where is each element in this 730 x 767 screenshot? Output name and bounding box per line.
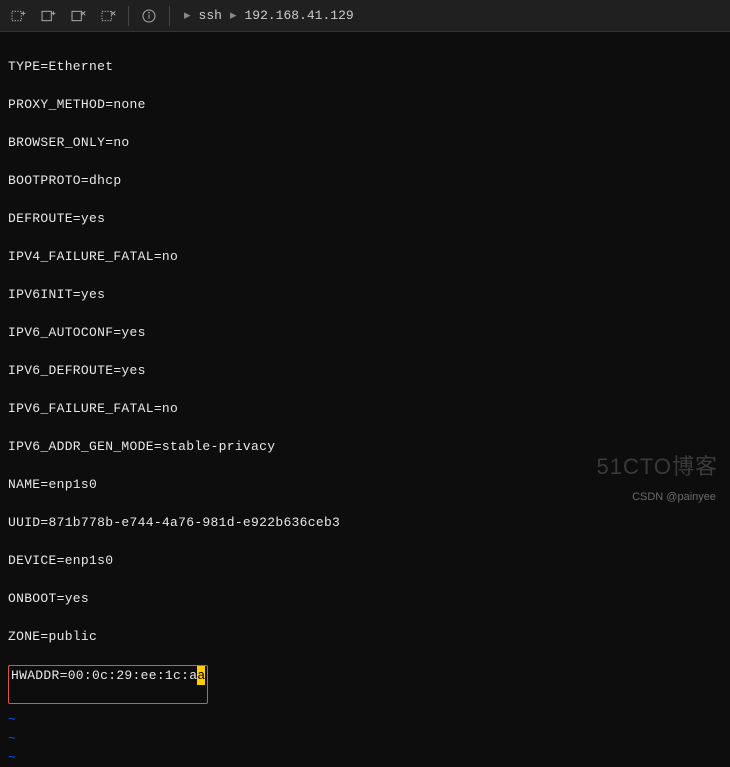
hwaddr-text: HWADDR=00:0c:29:ee:1c:a — [11, 668, 197, 683]
config-line: BROWSER_ONLY=no — [8, 133, 722, 152]
config-line: IPV6_DEFROUTE=yes — [8, 361, 722, 380]
new-tab-plus-icon[interactable] — [34, 2, 62, 30]
new-tab-icon[interactable] — [4, 2, 32, 30]
config-line: TYPE=Ethernet — [8, 57, 722, 76]
info-icon[interactable] — [135, 2, 163, 30]
terminal-output[interactable]: TYPE=Ethernet PROXY_METHOD=none BROWSER_… — [0, 32, 730, 710]
breadcrumb-ssh[interactable]: ssh — [199, 8, 222, 23]
config-line: IPV4_FAILURE_FATAL=no — [8, 247, 722, 266]
toolbar: ▸ ssh ▸ 192.168.41.129 — [0, 0, 730, 32]
config-line: BOOTPROTO=dhcp — [8, 171, 722, 190]
chevron-right-icon: ▸ — [230, 8, 237, 23]
highlighted-edit-line[interactable]: HWADDR=00:0c:29:ee:1c:aa — [8, 665, 208, 704]
close-all-icon[interactable] — [94, 2, 122, 30]
credit-text: CSDN @painyee — [632, 491, 716, 503]
toolbar-separator-2 — [169, 6, 170, 26]
vim-empty-lines: ~ ~ ~ — [0, 710, 730, 767]
breadcrumb: ▸ ssh ▸ 192.168.41.129 — [184, 8, 354, 23]
config-line: IPV6INIT=yes — [8, 285, 722, 304]
tilde-line: ~ — [8, 748, 722, 767]
watermark-text: 51CTO博客 — [596, 449, 718, 481]
toolbar-separator — [128, 6, 129, 26]
config-line: ONBOOT=yes — [8, 589, 722, 608]
chevron-right-icon: ▸ — [184, 8, 191, 23]
config-line: PROXY_METHOD=none — [8, 95, 722, 114]
config-line: DEVICE=enp1s0 — [8, 551, 722, 570]
config-line: UUID=871b778b-e744-4a76-981d-e922b636ceb… — [8, 513, 722, 532]
breadcrumb-host[interactable]: 192.168.41.129 — [244, 8, 353, 23]
tilde-line: ~ — [8, 710, 722, 729]
close-tab-icon[interactable] — [64, 2, 92, 30]
terminal-cursor: a — [197, 666, 205, 685]
config-line: IPV6_FAILURE_FATAL=no — [8, 399, 722, 418]
config-line: DEFROUTE=yes — [8, 209, 722, 228]
config-line: IPV6_AUTOCONF=yes — [8, 323, 722, 342]
config-line: ZONE=public — [8, 627, 722, 646]
tilde-line: ~ — [8, 729, 722, 748]
